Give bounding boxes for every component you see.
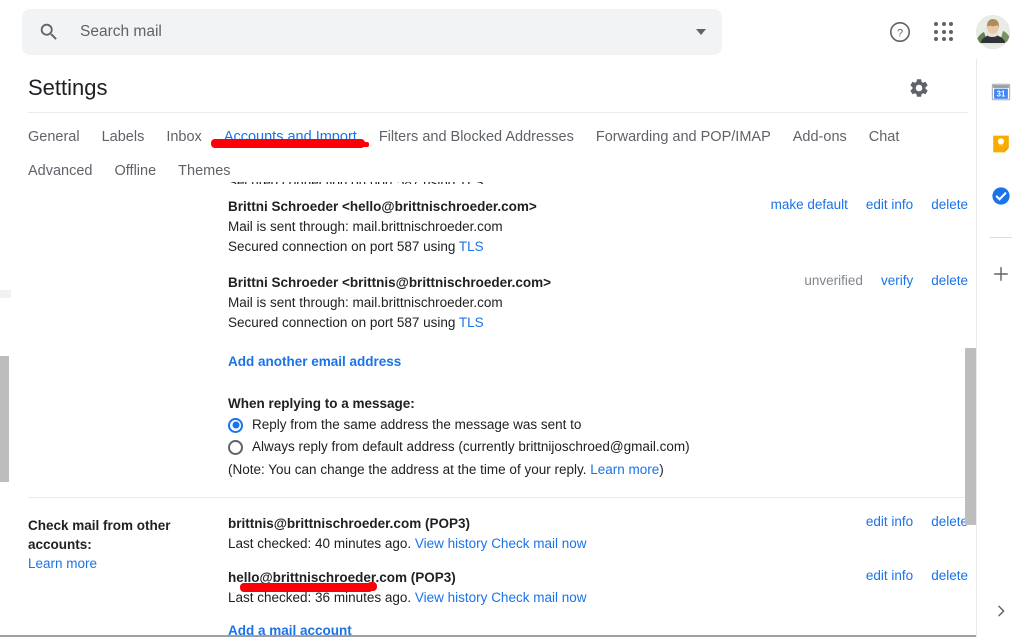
reply-heading: When replying to a message:	[228, 396, 415, 411]
scrollbar-left-track	[0, 290, 11, 298]
tabs-row-primary: General Labels Inbox Accounts and Import…	[28, 125, 968, 149]
status-badge-unverified: unverified	[804, 273, 863, 288]
svg-text:?: ?	[897, 27, 903, 39]
send-mail-as-label	[28, 182, 228, 481]
top-bar: ?	[0, 0, 1024, 64]
gear-icon[interactable]	[908, 77, 930, 99]
side-rail: 31	[976, 59, 1024, 637]
reply-note: (Note: You can change the address at the…	[228, 459, 968, 481]
clipped-text: Secured connection on port 587 using TLS	[228, 182, 484, 184]
avatar[interactable]	[976, 15, 1010, 49]
red-marker-annotation-tab	[211, 139, 369, 148]
send-as-actions: unverified verify delete	[804, 273, 968, 288]
top-right-actions: ?	[888, 0, 1010, 64]
tab-inbox[interactable]: Inbox	[166, 125, 201, 149]
reply-note-suffix: )	[659, 462, 664, 477]
add-plus-icon[interactable]	[991, 264, 1011, 284]
send-as-entry: Brittni Schroeder <brittnis@brittnischro…	[228, 273, 968, 333]
send-as-security: Secured connection on port 587 using TLS	[228, 237, 968, 257]
apps-grid-icon[interactable]	[934, 22, 954, 42]
tab-chat[interactable]: Chat	[869, 125, 900, 149]
add-another-email-address-link[interactable]: Add another email address	[228, 354, 401, 369]
send-as-entry: Brittni Schroeder <hello@brittnischroede…	[228, 197, 968, 257]
edit-info-link[interactable]: edit info	[866, 568, 913, 583]
check-mail-now-link[interactable]: Check mail now	[491, 536, 586, 551]
pop-account-actions: edit info delete	[866, 568, 968, 583]
delete-link[interactable]: delete	[931, 273, 968, 288]
search-bar[interactable]	[22, 9, 722, 55]
security-text: Secured connection on port 587 using	[228, 239, 459, 254]
settings-header: Settings	[28, 64, 968, 112]
scrollbar-right-thumb[interactable]	[965, 348, 976, 525]
send-as-route: Mail is sent through: mail.brittnischroe…	[228, 219, 503, 234]
tab-filters-and-blocked-addresses[interactable]: Filters and Blocked Addresses	[379, 125, 574, 149]
delete-link[interactable]: delete	[931, 197, 968, 212]
scrollbar-left-thumb[interactable]	[0, 356, 9, 482]
tls-link[interactable]: TLS	[459, 315, 484, 330]
tab-add-ons[interactable]: Add-ons	[793, 125, 847, 149]
send-as-route: Mail is sent through: mail.brittnischroe…	[228, 295, 503, 310]
pop-account-status: Last checked: 40 minutes ago. View histo…	[228, 534, 968, 554]
send-mail-as-section: Secured connection on port 587 using TLS…	[28, 182, 968, 481]
check-mail-now-link[interactable]: Check mail now	[491, 590, 586, 605]
radio-same-address[interactable]	[228, 417, 243, 433]
check-mail-label-line2: accounts:	[28, 537, 92, 552]
view-history-link[interactable]: View history	[415, 590, 488, 605]
settings-content-scroll[interactable]: Secured connection on port 587 using TLS…	[0, 182, 1024, 637]
check-mail-section: Check mail from other accounts: Learn mo…	[28, 514, 968, 637]
pop-account-address: brittnis@brittnischroeder.com (POP3)	[228, 516, 470, 531]
search-icon	[40, 23, 57, 40]
view-history-link[interactable]: View history	[415, 536, 488, 551]
learn-more-link[interactable]: Learn more	[590, 462, 659, 477]
reply-note-prefix: (Note: You can change the address at the…	[228, 462, 591, 477]
tab-general[interactable]: General	[28, 125, 80, 149]
reply-options: When replying to a message: Reply from t…	[228, 393, 968, 481]
red-marker-annotation-link	[240, 582, 377, 592]
google-keep-icon[interactable]	[990, 133, 1012, 155]
check-mail-label: Check mail from other accounts: Learn mo…	[28, 514, 228, 637]
help-circle-icon[interactable]: ?	[888, 20, 912, 44]
google-calendar-icon[interactable]: 31	[990, 81, 1012, 103]
reply-option-default-address[interactable]: Always reply from default address (curre…	[228, 436, 968, 458]
verify-link[interactable]: verify	[881, 273, 913, 288]
search-input[interactable]	[80, 23, 600, 41]
tab-offline[interactable]: Offline	[115, 159, 157, 183]
tab-forwarding-and-pop-imap[interactable]: Forwarding and POP/IMAP	[596, 125, 771, 149]
delete-link[interactable]: delete	[931, 568, 968, 583]
pop-account-row: brittnis@brittnischroeder.com (POP3) Las…	[228, 514, 968, 554]
send-as-actions: make default edit info delete	[771, 197, 968, 212]
delete-link[interactable]: delete	[931, 514, 968, 529]
check-mail-label-line1: Check mail from other	[28, 518, 171, 533]
reply-option-same-address[interactable]: Reply from the same address the message …	[228, 414, 968, 436]
settings-content: Secured connection on port 587 using TLS…	[28, 182, 968, 637]
settings-tabs: General Labels Inbox Accounts and Import…	[28, 113, 968, 193]
google-tasks-icon[interactable]	[990, 185, 1012, 207]
reply-option-same-label: Reply from the same address the message …	[252, 417, 582, 432]
page-title: Settings	[28, 75, 108, 100]
radio-default-address[interactable]	[228, 439, 243, 455]
clipped-secured-line: Secured connection on port 587 using TLS	[228, 182, 968, 184]
last-checked-text: Last checked: 40 minutes ago.	[228, 536, 412, 551]
check-mail-learn-more-link[interactable]: Learn more	[28, 554, 228, 573]
last-checked-text: Last checked: 36 minutes ago.	[228, 590, 412, 605]
tab-themes[interactable]: Themes	[178, 159, 230, 183]
section-divider	[28, 497, 968, 498]
chevron-right-icon[interactable]	[993, 603, 1009, 619]
edit-info-link[interactable]: edit info	[866, 514, 913, 529]
svg-text:31: 31	[996, 90, 1005, 99]
rail-divider	[989, 237, 1012, 238]
chevron-down-icon[interactable]	[696, 29, 706, 35]
tab-advanced[interactable]: Advanced	[28, 159, 93, 183]
edit-info-link[interactable]: edit info	[866, 197, 913, 212]
security-text: Secured connection on port 587 using	[228, 315, 459, 330]
pop-account-actions: edit info delete	[866, 514, 968, 529]
send-as-security: Secured connection on port 587 using TLS	[228, 313, 968, 333]
tab-labels[interactable]: Labels	[102, 125, 145, 149]
make-default-link[interactable]: make default	[771, 197, 848, 212]
tls-link[interactable]: TLS	[459, 239, 484, 254]
tabs-row-secondary: Advanced Offline Themes	[28, 159, 968, 183]
reply-option-default-label: Always reply from default address (curre…	[252, 439, 690, 454]
